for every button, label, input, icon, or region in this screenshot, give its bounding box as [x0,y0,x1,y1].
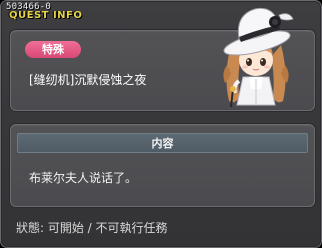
window-title: QUEST INFO [9,10,83,21]
npc-portrait-icon [201,5,311,109]
quest-info-window: 503466-0 QUEST INFO 特殊 [缝纫机]沉默侵蚀之夜 内容 布莱… [0,0,322,248]
quest-name: [缝纫机]沉默侵蚀之夜 [29,73,147,87]
quest-type-badge: 特殊 [25,41,81,58]
content-section-header: 内容 [17,133,308,153]
quest-status-text: 狀態: 可開始 / 不可執行任務 [16,221,168,235]
content-text: 布莱尔夫人说话了。 [29,171,138,185]
quest-content-panel: 内容 布莱尔夫人说话了。 [10,124,315,207]
